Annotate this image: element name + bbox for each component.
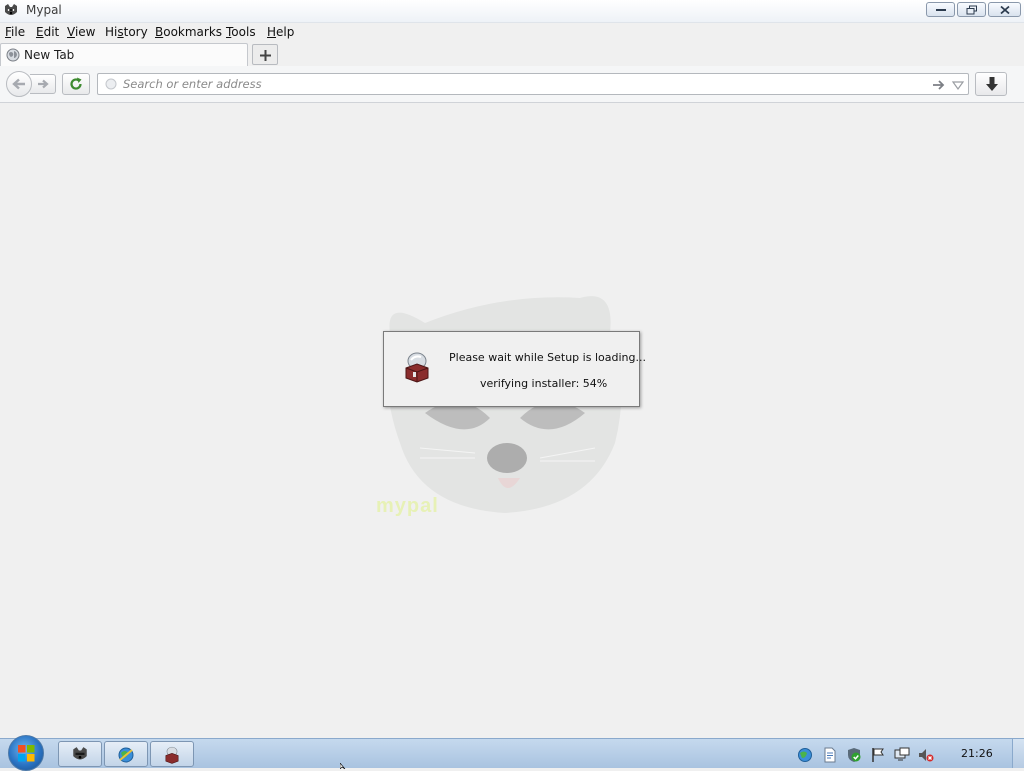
- menu-label: elp: [276, 25, 295, 39]
- restore-icon: [966, 5, 977, 14]
- minimize-button[interactable]: [926, 2, 955, 17]
- back-forward-cluster: [6, 71, 56, 97]
- installer-box-icon: [405, 352, 429, 383]
- menu-history[interactable]: History: [105, 25, 148, 39]
- plus-icon: [260, 50, 271, 61]
- action-center-flag-icon[interactable]: [870, 747, 886, 763]
- network-monitor-icon[interactable]: [894, 747, 910, 763]
- arrow-right-icon: [37, 79, 49, 89]
- menu-help[interactable]: Help: [267, 25, 294, 39]
- menu-accel: V: [67, 25, 75, 39]
- splash-wordmark: mypal: [376, 495, 439, 517]
- network-globe-icon[interactable]: [797, 747, 813, 763]
- menu-view[interactable]: View: [67, 25, 95, 39]
- go-arrow-icon[interactable]: [932, 78, 946, 92]
- start-button[interactable]: [8, 735, 44, 771]
- reload-button[interactable]: [62, 73, 90, 95]
- dialog-message: Please wait while Setup is loading...: [449, 351, 646, 364]
- arrow-left-icon: [12, 78, 25, 90]
- system-clock[interactable]: 21:26: [961, 747, 993, 760]
- installer-box-icon: [165, 746, 179, 764]
- menu-accel: H: [267, 25, 277, 39]
- menu-label: tory: [123, 25, 148, 39]
- title-bar[interactable]: Mypal: [0, 0, 1024, 23]
- dialog-status-text: verifying installer: 54%: [480, 377, 608, 390]
- downloads-button[interactable]: [975, 72, 1007, 96]
- forward-button[interactable]: [30, 74, 56, 94]
- taskbar: 21:26: [0, 735, 1024, 771]
- browser-window: Mypal File Edit View History Bookmarks T…: [0, 0, 1024, 738]
- document-icon[interactable]: [822, 747, 838, 763]
- raccoon-splash-image: [386, 296, 622, 513]
- menu-label: iew: [74, 25, 96, 39]
- menu-bookmarks[interactable]: Bookmarks: [155, 25, 222, 39]
- close-icon: [999, 5, 1010, 14]
- security-shield-icon[interactable]: [846, 747, 862, 763]
- history-dropdown-icon[interactable]: [952, 79, 964, 91]
- back-button[interactable]: [6, 71, 32, 97]
- show-desktop-button[interactable]: [1012, 739, 1024, 768]
- restore-button[interactable]: [957, 2, 986, 17]
- minimize-icon: [935, 8, 946, 11]
- setup-loading-dialog[interactable]: Please wait while Setup is loading... ve…: [383, 331, 646, 407]
- window-title: Mypal: [26, 3, 62, 17]
- menu-accel: E: [36, 25, 44, 39]
- volume-muted-icon[interactable]: [918, 747, 934, 763]
- taskbar-item-mypal[interactable]: [58, 741, 102, 767]
- menu-label: ools: [231, 25, 256, 39]
- reload-icon: [70, 77, 82, 90]
- menu-edit[interactable]: Edit: [36, 25, 59, 39]
- menu-label: ookmarks: [163, 25, 223, 39]
- menu-file[interactable]: File: [5, 25, 25, 39]
- tab-strip: New Tab: [0, 42, 1024, 67]
- taskbar-item-network[interactable]: [104, 741, 148, 767]
- navigation-toolbar: [0, 66, 1024, 103]
- taskbar-item-installer[interactable]: [150, 741, 194, 767]
- mypal-raccoon-icon: [5, 4, 17, 15]
- windows-logo-icon: [18, 745, 35, 762]
- mouse-cursor-icon: [340, 763, 346, 769]
- menu-label: ile: [11, 25, 26, 39]
- close-button[interactable]: [988, 2, 1021, 17]
- menu-label: dit: [43, 25, 60, 39]
- globe-icon: [6, 48, 20, 62]
- menu-bar: File Edit View History Bookmarks Tools H…: [0, 22, 1024, 42]
- tab-new-tab[interactable]: New Tab: [0, 43, 248, 66]
- identity-globe-icon: [105, 78, 117, 90]
- menu-accel: B: [155, 25, 164, 39]
- content-area: mypal Please wait while Setup is loading…: [0, 103, 1024, 738]
- menu-tools[interactable]: Tools: [226, 25, 256, 39]
- url-input[interactable]: [123, 77, 913, 91]
- download-arrow-icon: [986, 77, 998, 91]
- address-bar[interactable]: [97, 73, 969, 95]
- mypal-raccoon-icon: [73, 747, 87, 760]
- tab-label: New Tab: [24, 48, 75, 62]
- menu-label: Hi: [105, 25, 118, 39]
- new-tab-button[interactable]: [252, 44, 278, 65]
- network-globe-icon: [118, 747, 134, 763]
